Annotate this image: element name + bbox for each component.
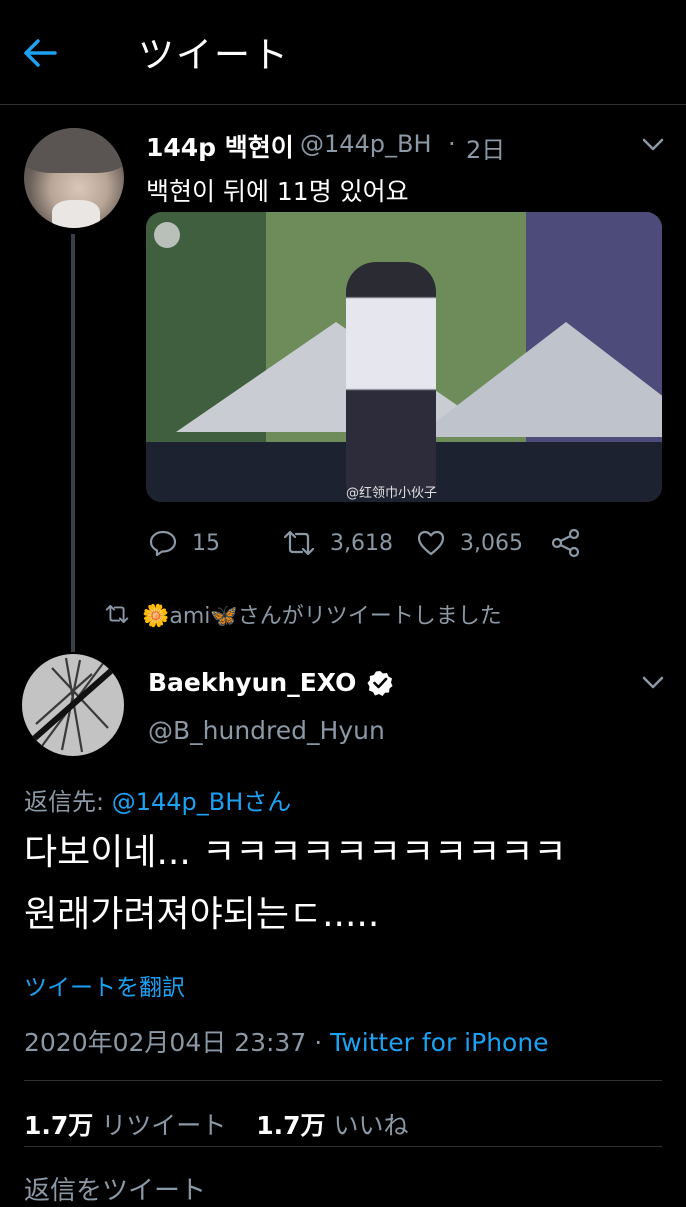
like-count: 3,065 <box>460 530 523 556</box>
reply-icon <box>149 530 177 557</box>
retweet-stat-label: リツイート <box>101 1111 227 1140</box>
main-tweet-author-name: Baekhyun_EXO <box>148 668 357 697</box>
parent-tweet-separator: · <box>448 130 456 158</box>
retweeted-by-text: 🌼ami🦋さんがリツイートしました <box>142 604 502 629</box>
reply-to-link[interactable]: @144p_BHさん <box>112 788 292 816</box>
retweet-stat[interactable]: 1.7万 リツイート <box>24 1106 226 1142</box>
tweet-timestamp: 2020年02月04日 23:37 <box>24 1028 307 1057</box>
main-tweet-author[interactable]: Baekhyun_EXO <box>148 668 394 697</box>
reply-count: 15 <box>192 530 220 556</box>
like-stat-label: いいね <box>333 1111 409 1140</box>
like-button[interactable]: 3,065 <box>416 528 523 558</box>
meta-separator: · <box>314 1028 323 1057</box>
main-tweet-text: 다보이네... ㅋㅋㅋㅋㅋㅋㅋㅋㅋㅋㅋ 원래가려져야되는ㄷ..... <box>24 822 664 946</box>
like-stat[interactable]: 1.7万 いいね <box>256 1106 408 1142</box>
chevron-down-icon <box>642 676 664 689</box>
retweet-count: 3,618 <box>330 530 393 556</box>
retweet-icon <box>105 604 129 624</box>
header-divider <box>0 104 686 105</box>
share-icon <box>551 528 580 558</box>
tweet-stats: 1.7万 リツイート 1.7万 いいね <box>24 1106 409 1142</box>
tweet-source-link[interactable]: Twitter for iPhone <box>330 1028 548 1057</box>
tweet-meta: 2020年02月04日 23:37 · Twitter for iPhone <box>24 1023 549 1059</box>
like-stat-count: 1.7万 <box>256 1111 326 1140</box>
main-tweet-handle[interactable]: @B_hundred_Hyun <box>148 716 385 745</box>
thread-connector-line <box>71 234 75 652</box>
parent-tweet-author-name[interactable]: 144p 백현이 <box>146 128 294 164</box>
back-arrow-icon <box>24 39 57 67</box>
main-tweet-avatar[interactable] <box>22 654 124 756</box>
reply-to-prefix: 返信先: <box>24 788 105 816</box>
main-tweet-menu-button[interactable] <box>638 668 668 698</box>
reply-input[interactable]: 返信をツイート <box>24 1170 206 1207</box>
main-tweet-text-line1: 다보이네... ㅋㅋㅋㅋㅋㅋㅋㅋㅋㅋㅋ <box>24 832 567 873</box>
heart-icon <box>417 530 445 556</box>
page-title: ツイート <box>138 35 291 76</box>
exo-logo-icon <box>26 657 114 753</box>
retweet-icon <box>283 530 315 556</box>
media-watermark: @红领巾小伙子 <box>346 486 438 501</box>
back-button[interactable] <box>22 30 82 76</box>
main-tweet-text-line2: 원래가려져야되는ㄷ..... <box>24 894 380 935</box>
reply-to-line: 返信先: @144p_BHさん <box>24 782 291 817</box>
parent-tweet-avatar[interactable] <box>24 128 124 228</box>
retweet-stat-count: 1.7万 <box>24 1111 94 1140</box>
stats-divider-top <box>24 1080 662 1081</box>
share-button[interactable] <box>550 528 582 558</box>
retweet-button[interactable]: 3,618 <box>282 528 393 558</box>
verified-badge-icon <box>367 670 393 696</box>
parent-tweet-media[interactable]: @红领巾小伙子 <box>146 212 662 502</box>
translate-tweet-link[interactable]: ツイートを翻訳 <box>24 968 185 1002</box>
parent-tweet-menu-button[interactable] <box>638 130 668 160</box>
parent-tweet-handle[interactable]: @144p_BH <box>300 130 432 158</box>
stats-divider-bottom <box>24 1146 662 1147</box>
retweeted-by-banner[interactable]: 🌼ami🦋さんがリツイートしました <box>104 598 502 630</box>
chevron-down-icon <box>642 138 664 151</box>
parent-tweet-time[interactable]: 2日 <box>466 130 505 165</box>
reply-button[interactable]: 15 <box>148 528 220 558</box>
parent-tweet-text: 백현이 뒤에 11명 있어요 <box>146 177 409 206</box>
